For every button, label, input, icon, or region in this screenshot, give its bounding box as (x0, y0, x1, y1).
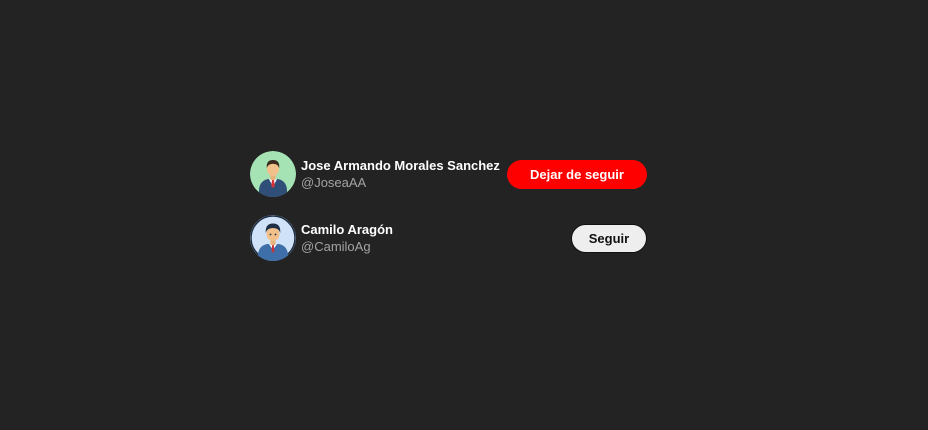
user-list: Jose Armando Morales Sanchez @JoseaAA De… (250, 151, 647, 279)
man-with-cap-avatar-icon (250, 215, 296, 261)
user-info: Jose Armando Morales Sanchez @JoseaAA (301, 158, 507, 191)
follow-button[interactable]: Seguir (571, 223, 647, 253)
user-handle[interactable]: @CamiloAg (301, 239, 571, 255)
user-handle[interactable]: @JoseaAA (301, 175, 507, 191)
businessman-avatar-icon (250, 151, 296, 197)
user-card: Camilo Aragón @CamiloAg Seguir (250, 215, 647, 261)
avatar[interactable] (250, 215, 296, 261)
avatar[interactable] (250, 151, 296, 197)
user-info: Camilo Aragón @CamiloAg (301, 222, 571, 255)
user-name[interactable]: Jose Armando Morales Sanchez (301, 158, 507, 174)
user-card: Jose Armando Morales Sanchez @JoseaAA De… (250, 151, 647, 197)
unfollow-button[interactable]: Dejar de seguir (507, 159, 647, 189)
user-name[interactable]: Camilo Aragón (301, 222, 571, 238)
